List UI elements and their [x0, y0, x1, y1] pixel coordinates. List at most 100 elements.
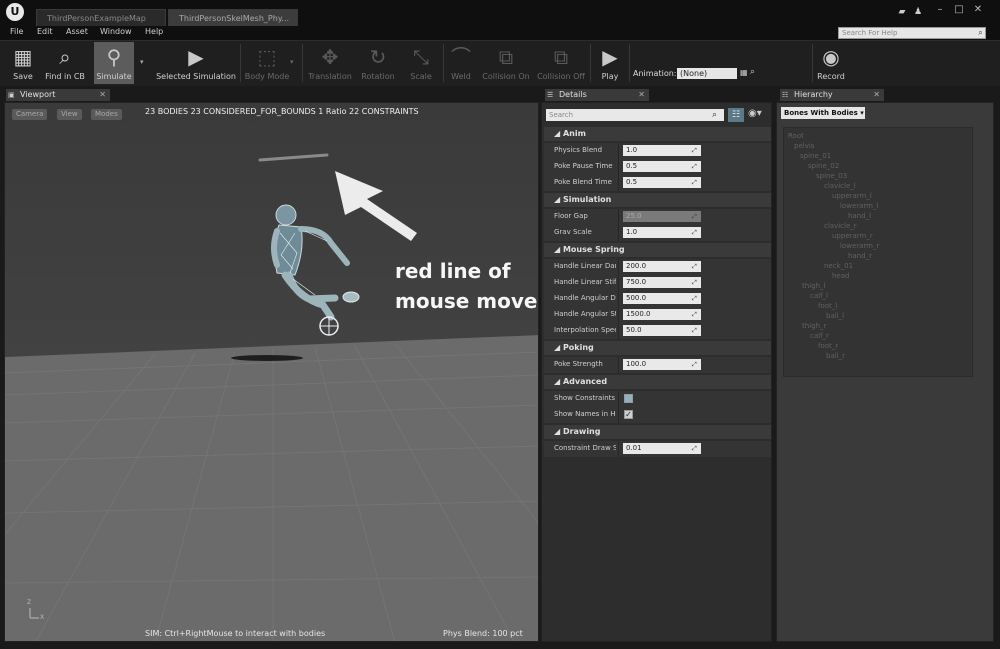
tree-item[interactable]: spine_02 — [808, 162, 839, 170]
poke-pause-time-field[interactable]: 0.5 ⤢ — [623, 161, 701, 172]
view-options-icon[interactable]: ☷ — [728, 108, 744, 122]
tab-hierarchy[interactable]: Hierarchy ✕ — [780, 89, 884, 101]
selected-simulation-button[interactable]: ▶ Selected Simulation — [156, 42, 236, 84]
menu-asset[interactable]: Asset — [66, 27, 88, 36]
tree-item[interactable]: calf_l — [810, 292, 828, 300]
spin-arrows-icon[interactable]: ⤢ — [692, 295, 700, 302]
tree-item[interactable]: head — [832, 272, 849, 280]
tree-item[interactable]: upperarm_l — [832, 192, 872, 200]
simulate-button[interactable]: ⚲ Simulate — [94, 42, 134, 84]
tree-item[interactable]: clavicle_l — [824, 182, 856, 190]
tree-item[interactable]: clavicle_r — [824, 222, 857, 230]
eye-visibility-icon[interactable]: ◉▾ — [748, 108, 762, 119]
category-simulation[interactable]: ◢ Simulation — [544, 193, 771, 207]
tree-item[interactable]: upperarm_r — [832, 232, 873, 240]
close-tab-icon[interactable]: ✕ — [873, 89, 880, 101]
tree-item[interactable]: lowerarm_r — [840, 242, 879, 250]
spin-arrows-icon[interactable]: ⤢ — [692, 361, 700, 368]
tree-item[interactable]: neck_01 — [824, 262, 853, 270]
handle-angular-damping-field[interactable]: 500.0 ⤢ — [623, 293, 701, 304]
help-search-input[interactable]: Search For Help — [838, 27, 986, 39]
spin-arrows-icon[interactable]: ⤢ — [692, 147, 700, 154]
spin-arrows-icon[interactable]: ⤢ — [692, 179, 700, 186]
scale-button[interactable]: ⤡ Scale — [402, 42, 440, 84]
interpolation-speed-field[interactable]: 50.0 ⤢ — [623, 325, 701, 336]
weld-button[interactable]: ⌒ Weld — [446, 42, 476, 84]
close-icon[interactable]: ✕ — [970, 4, 986, 16]
notification-icon[interactable]: ▰ — [896, 6, 908, 18]
find-asset-icon[interactable]: ⌕ — [750, 67, 755, 77]
category-drawing[interactable]: ◢ Drawing — [544, 425, 771, 439]
browse-icon[interactable]: ▦ — [740, 68, 748, 77]
tree-item[interactable]: hand_r — [848, 252, 872, 260]
body-mode-chevron-icon[interactable]: ▾ — [290, 58, 294, 66]
collision-off-button[interactable]: ⧉ Collision Off — [535, 42, 587, 84]
category-mouse-spring[interactable]: ◢ Mouse Spring — [544, 243, 771, 257]
tree-item[interactable]: foot_l — [818, 302, 837, 310]
view-button[interactable]: View — [57, 109, 82, 120]
minimize-icon[interactable]: – — [932, 4, 948, 16]
physics-blend-field[interactable]: 1.0 ⤢ — [623, 145, 701, 156]
translation-button[interactable]: ✥ Translation — [306, 42, 354, 84]
menu-file[interactable]: File — [10, 27, 23, 36]
spin-arrows-icon[interactable]: ⤢ — [692, 279, 700, 286]
show-constraints-checkbox[interactable] — [624, 394, 633, 403]
tree-item[interactable]: spine_01 — [800, 152, 831, 160]
handle-angular-stiffness-field[interactable]: 1500.0 ⤢ — [623, 309, 701, 320]
poke-strength-field[interactable]: 100.0 ⤢ — [623, 359, 701, 370]
tab-details[interactable]: Details ✕ — [545, 89, 649, 101]
tree-item[interactable]: pelvis — [794, 142, 814, 150]
viewport-scene[interactable] — [5, 103, 539, 642]
unreal-logo-icon[interactable]: U — [6, 3, 24, 21]
spin-arrows-icon[interactable]: ⤢ — [692, 229, 700, 236]
close-tab-icon[interactable]: ✕ — [638, 89, 645, 101]
tree-item[interactable]: spine_03 — [816, 172, 847, 180]
save-button[interactable]: ▦ Save — [6, 42, 40, 84]
animation-picker[interactable]: (None) — [677, 68, 737, 79]
collision-on-button[interactable]: ⧉ Collision On — [480, 42, 532, 84]
tree-item[interactable]: hand_l — [848, 212, 871, 220]
category-anim[interactable]: ◢ Anim — [544, 127, 771, 141]
constraint-draw-size-field[interactable]: 0.01 ⤢ — [623, 443, 701, 454]
menu-edit[interactable]: Edit — [37, 27, 53, 36]
spin-arrows-icon[interactable]: ⤢ — [692, 163, 700, 170]
find-in-cb-button[interactable]: ⌕ Find in CB — [44, 42, 86, 84]
tree-item[interactable]: calf_r — [810, 332, 829, 340]
poke-blend-time-field[interactable]: 0.5 ⤢ — [623, 177, 701, 188]
tree-item[interactable]: ball_l — [826, 312, 844, 320]
record-button[interactable]: ◉ Record — [815, 42, 847, 84]
camera-button[interactable]: Camera — [12, 109, 48, 120]
floor-gap-field[interactable]: 25.0 ⤢ — [623, 211, 701, 222]
rotation-button[interactable]: ↻ Rotation — [358, 42, 398, 84]
tree-item[interactable]: Root — [788, 132, 804, 140]
menu-window[interactable]: Window — [100, 27, 132, 36]
spin-arrows-icon[interactable]: ⤢ — [692, 327, 700, 334]
tab-physics-asset[interactable]: ThirdPersonSkelMesh_Phy... — [168, 9, 298, 26]
tab-viewport[interactable]: Viewport ✕ — [6, 89, 110, 101]
search-icon[interactable]: ⌕ — [712, 109, 717, 121]
tree-item[interactable]: foot_r — [818, 342, 838, 350]
tree-item[interactable]: lowerarm_l — [840, 202, 878, 210]
spin-arrows-icon[interactable]: ⤢ — [692, 311, 700, 318]
category-advanced[interactable]: ◢ Advanced — [544, 375, 771, 389]
source-control-icon[interactable]: ♟ — [912, 6, 924, 18]
details-search-input[interactable]: Search — [546, 109, 724, 121]
close-tab-icon[interactable]: ✕ — [99, 89, 106, 101]
body-mode-button[interactable]: ⬚ Body Mode — [244, 42, 290, 84]
bones-filter-dropdown[interactable]: Bones With Bodies ▾ — [781, 107, 865, 119]
spin-arrows-icon[interactable]: ⤢ — [692, 213, 700, 220]
tree-item[interactable]: ball_r — [826, 352, 845, 360]
search-icon[interactable]: ⌕ — [975, 27, 986, 39]
maximize-icon[interactable]: □ — [951, 4, 967, 16]
handle-linear-damping-field[interactable]: 200.0 ⤢ — [623, 261, 701, 272]
modes-button[interactable]: Modes — [91, 109, 122, 120]
spin-arrows-icon[interactable]: ⤢ — [692, 263, 700, 270]
bone-tree[interactable]: Root pelvis spine_01 spine_02 spine_03 c… — [783, 127, 973, 377]
tree-item[interactable]: thigh_l — [802, 282, 825, 290]
category-poking[interactable]: ◢ Poking — [544, 341, 771, 355]
simulate-options-chevron-icon[interactable]: ▾ — [140, 58, 144, 66]
viewport[interactable]: Camera View Modes 23 BODIES 23 CONSIDERE… — [4, 102, 539, 642]
show-names-checkbox[interactable]: ✓ — [624, 410, 633, 419]
tree-item[interactable]: thigh_r — [802, 322, 826, 330]
handle-linear-stiffness-field[interactable]: 750.0 ⤢ — [623, 277, 701, 288]
